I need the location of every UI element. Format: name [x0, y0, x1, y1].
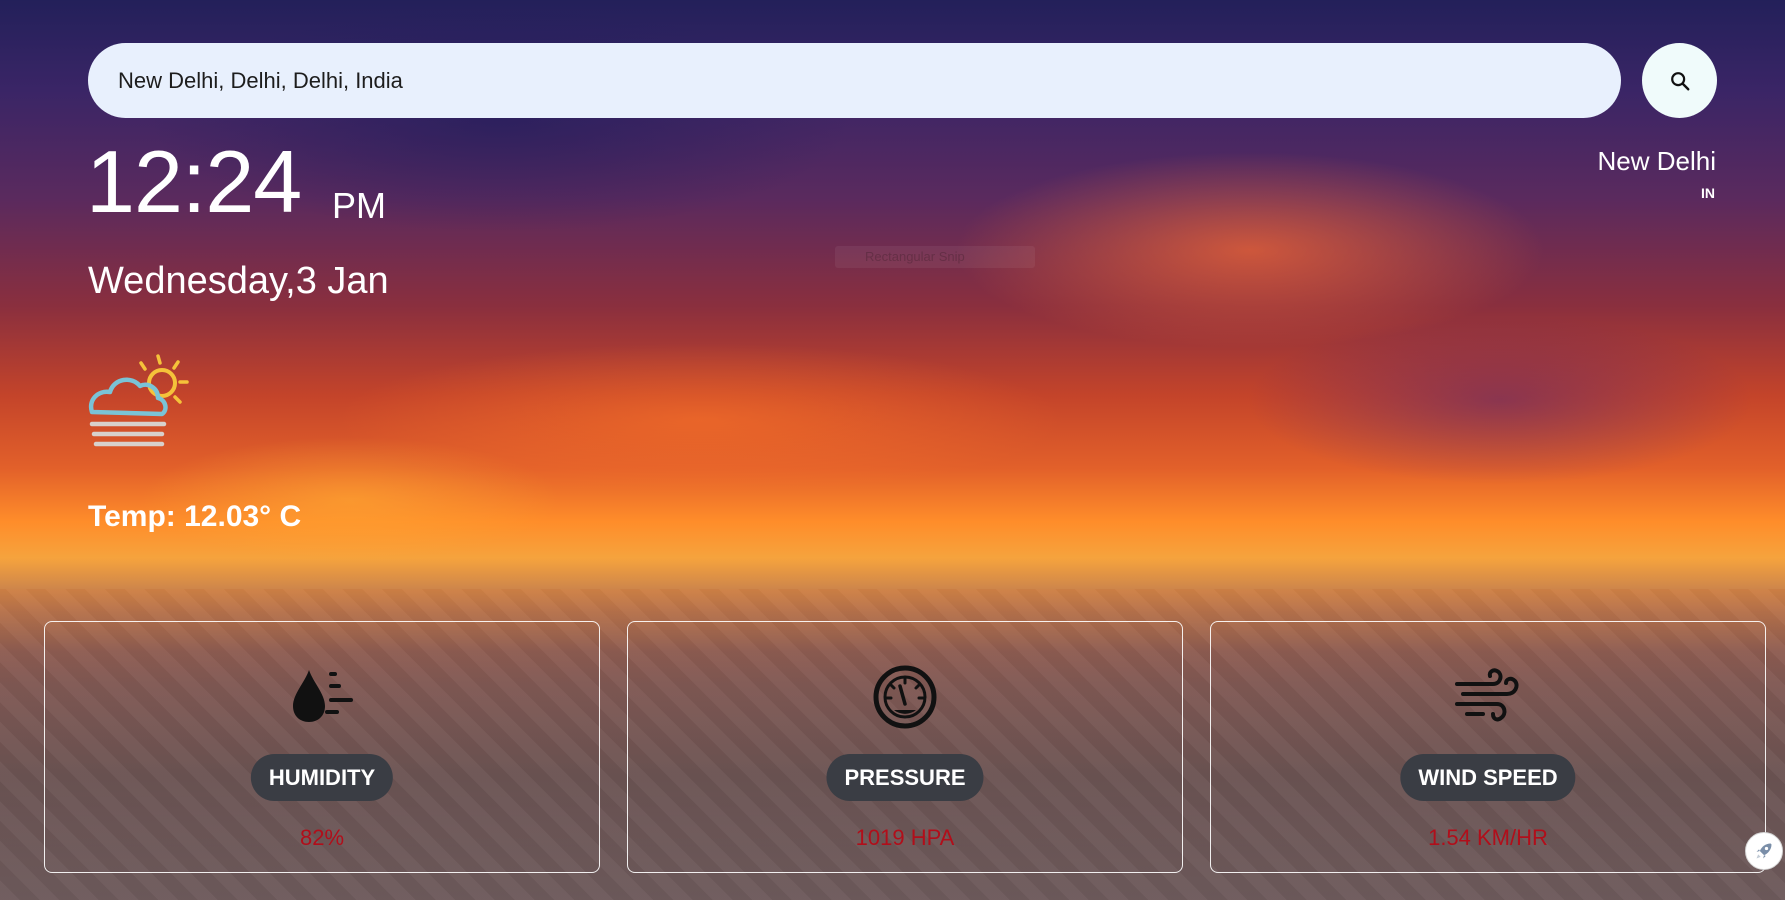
rocket-launcher-button[interactable]	[1745, 832, 1783, 870]
humidity-label: HUMIDITY	[250, 754, 394, 801]
humidity-value: 82%	[299, 825, 345, 850]
pressure-label: PRESSURE	[826, 754, 984, 801]
wind-icon	[1455, 668, 1519, 722]
pressure-card: PRESSURE 1019 HPA	[627, 621, 1183, 873]
location-city: New Delhi	[1597, 146, 1717, 176]
temperature: Temp: 12.03° C	[88, 500, 302, 533]
pressure-gauge-icon	[873, 665, 937, 729]
search-icon	[1670, 71, 1689, 90]
humidity-icon	[293, 670, 353, 722]
partly-cloudy-fog-icon	[88, 354, 189, 447]
search-button[interactable]	[1642, 43, 1717, 118]
humidity-card: HUMIDITY 82%	[44, 621, 600, 873]
clock-time: 12:24	[86, 132, 302, 231]
wind-speed-value: 1.54 KM/HR	[1428, 825, 1548, 850]
clock-date: Wednesday,3 Jan	[88, 260, 389, 302]
wind-speed-card: WIND SPEED 1.54 KM/HR	[1210, 621, 1766, 873]
search-input[interactable]	[88, 43, 1621, 118]
rocket-icon	[1756, 843, 1772, 859]
location-country: IN	[1701, 185, 1715, 201]
wind-speed-label: WIND SPEED	[1400, 754, 1576, 801]
snip-tooltip-ghost: Rectangular Snip	[835, 246, 1035, 268]
pressure-value: 1019 HPA	[855, 825, 955, 850]
clock-ampm: PM	[332, 185, 386, 226]
